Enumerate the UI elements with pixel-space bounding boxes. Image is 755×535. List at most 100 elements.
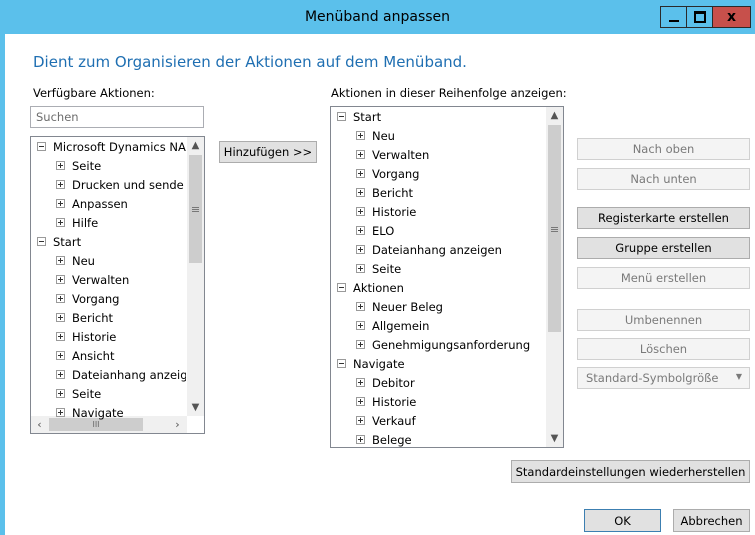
tree-item[interactable]: Historie bbox=[356, 393, 545, 412]
tree-item[interactable]: Verkauf bbox=[356, 412, 545, 431]
collapse-icon[interactable] bbox=[337, 283, 346, 292]
expand-icon[interactable] bbox=[56, 256, 65, 265]
collapse-icon[interactable] bbox=[337, 112, 346, 121]
expand-icon[interactable] bbox=[356, 207, 365, 216]
expand-icon[interactable] bbox=[356, 245, 365, 254]
tree-item[interactable]: Start bbox=[337, 108, 545, 127]
add-button[interactable]: Hinzufügen >> bbox=[219, 141, 317, 163]
expand-icon[interactable] bbox=[356, 397, 365, 406]
tree-item[interactable]: Dateianhang anzeig bbox=[56, 366, 186, 385]
expand-icon[interactable] bbox=[56, 218, 65, 227]
available-actions-tree[interactable]: ▲ ▼ ‹ III › Microsoft Dynamics NA Seite Dr… bbox=[30, 136, 205, 434]
expand-icon[interactable] bbox=[356, 302, 365, 311]
left-scroll-thumb[interactable] bbox=[189, 155, 202, 263]
tree-item[interactable]: Allgemein bbox=[356, 317, 545, 336]
scroll-left-arrow-icon[interactable]: ‹ bbox=[33, 416, 46, 433]
maximize-icon bbox=[693, 11, 706, 23]
collapse-icon[interactable] bbox=[37, 237, 46, 246]
move-down-button[interactable]: Nach unten bbox=[577, 168, 750, 190]
scroll-down-arrow-icon[interactable]: ▼ bbox=[187, 399, 204, 416]
expand-icon[interactable] bbox=[56, 408, 65, 417]
tree-item[interactable]: Anpassen bbox=[56, 195, 186, 214]
close-button[interactable]: x bbox=[713, 6, 751, 28]
right-scroll-thumb[interactable] bbox=[548, 125, 561, 332]
create-menu-button[interactable]: Menü erstellen bbox=[577, 267, 750, 289]
tree-item[interactable]: Start bbox=[37, 233, 186, 252]
tree-item[interactable]: Microsoft Dynamics NA bbox=[37, 138, 186, 157]
tree-item[interactable]: Belege bbox=[356, 431, 545, 447]
tree-item[interactable]: ELO bbox=[356, 222, 545, 241]
collapse-icon[interactable] bbox=[37, 142, 46, 151]
expand-icon[interactable] bbox=[56, 294, 65, 303]
tree-item[interactable]: Debitor bbox=[356, 374, 545, 393]
tree-item[interactable]: Seite bbox=[56, 157, 186, 176]
expand-icon[interactable] bbox=[356, 169, 365, 178]
tree-item[interactable]: Neuer Beleg bbox=[356, 298, 545, 317]
left-vertical-scrollbar[interactable]: ▲ ▼ bbox=[187, 137, 204, 416]
tree-item[interactable]: Dateianhang anzeigen bbox=[356, 241, 545, 260]
tree-item[interactable]: Vorgang bbox=[56, 290, 186, 309]
move-up-button[interactable]: Nach oben bbox=[577, 138, 750, 160]
expand-icon[interactable] bbox=[56, 351, 65, 360]
expand-icon[interactable] bbox=[356, 340, 365, 349]
tree-item[interactable]: Ansicht bbox=[56, 347, 186, 366]
tree-item[interactable]: Verwalten bbox=[56, 271, 186, 290]
expand-icon[interactable] bbox=[356, 188, 365, 197]
icon-size-dropdown[interactable]: Standard-Symbolgröße ▼ bbox=[577, 367, 750, 389]
search-input[interactable] bbox=[30, 106, 204, 128]
expand-icon[interactable] bbox=[56, 199, 65, 208]
scroll-up-arrow-icon[interactable]: ▲ bbox=[546, 107, 563, 124]
tree-item[interactable]: Hilfe bbox=[56, 214, 186, 233]
tree-item-label: Seite bbox=[372, 262, 402, 276]
minimize-button[interactable] bbox=[660, 6, 687, 28]
expand-icon[interactable] bbox=[56, 313, 65, 322]
ribbon-order-tree[interactable]: ▲ ▼ Start Neu Verwalten Vorgang Bericht Histo… bbox=[330, 106, 564, 448]
tree-item[interactable]: Bericht bbox=[56, 309, 186, 328]
create-group-button[interactable]: Gruppe erstellen bbox=[577, 237, 750, 259]
tree-item[interactable]: Verwalten bbox=[356, 146, 545, 165]
grip-line bbox=[192, 207, 199, 208]
tree-item[interactable]: Navigate bbox=[56, 404, 186, 423]
icon-size-value: Standard-Symbolgröße bbox=[586, 371, 719, 385]
tree-item[interactable]: Seite bbox=[356, 260, 545, 279]
tree-item[interactable]: Aktionen bbox=[337, 279, 545, 298]
tree-item-label: Dateianhang anzeig bbox=[72, 368, 186, 382]
maximize-button[interactable] bbox=[687, 6, 713, 28]
expand-icon[interactable] bbox=[56, 332, 65, 341]
tree-item[interactable]: Historie bbox=[356, 203, 545, 222]
expand-icon[interactable] bbox=[356, 435, 365, 444]
expand-icon[interactable] bbox=[356, 321, 365, 330]
expand-icon[interactable] bbox=[356, 416, 365, 425]
tree-item[interactable]: Bericht bbox=[356, 184, 545, 203]
tree-item[interactable]: Neu bbox=[356, 127, 545, 146]
rename-button[interactable]: Umbenennen bbox=[577, 309, 750, 331]
title-bar[interactable]: Menüband anpassen x bbox=[0, 0, 755, 34]
tree-item[interactable]: Genehmigungsanforderung bbox=[356, 336, 545, 355]
reset-defaults-button[interactable]: Standardeinstellungen wiederherstellen bbox=[511, 460, 750, 483]
expand-icon[interactable] bbox=[56, 180, 65, 189]
cancel-button[interactable]: Abbrechen bbox=[673, 509, 750, 532]
right-vertical-scrollbar[interactable]: ▲ ▼ bbox=[546, 107, 563, 447]
create-tab-button[interactable]: Registerkarte erstellen bbox=[577, 207, 750, 229]
ok-button[interactable]: OK bbox=[584, 509, 661, 532]
tree-item[interactable]: Seite bbox=[56, 385, 186, 404]
tree-item[interactable]: Navigate bbox=[337, 355, 545, 374]
scroll-up-arrow-icon[interactable]: ▲ bbox=[187, 137, 204, 154]
scroll-down-arrow-icon[interactable]: ▼ bbox=[546, 430, 563, 447]
collapse-icon[interactable] bbox=[337, 359, 346, 368]
tree-item[interactable]: Neu bbox=[56, 252, 186, 271]
tree-item[interactable]: Vorgang bbox=[356, 165, 545, 184]
expand-icon[interactable] bbox=[356, 226, 365, 235]
expand-icon[interactable] bbox=[356, 264, 365, 273]
expand-icon[interactable] bbox=[356, 378, 365, 387]
expand-icon[interactable] bbox=[56, 370, 65, 379]
expand-icon[interactable] bbox=[356, 131, 365, 140]
delete-button[interactable]: Löschen bbox=[577, 338, 750, 360]
tree-item-label: Ansicht bbox=[72, 349, 115, 363]
tree-item[interactable]: Historie bbox=[56, 328, 186, 347]
expand-icon[interactable] bbox=[56, 161, 65, 170]
expand-icon[interactable] bbox=[56, 275, 65, 284]
expand-icon[interactable] bbox=[56, 389, 65, 398]
tree-item[interactable]: Drucken und sende bbox=[56, 176, 186, 195]
expand-icon[interactable] bbox=[356, 150, 365, 159]
